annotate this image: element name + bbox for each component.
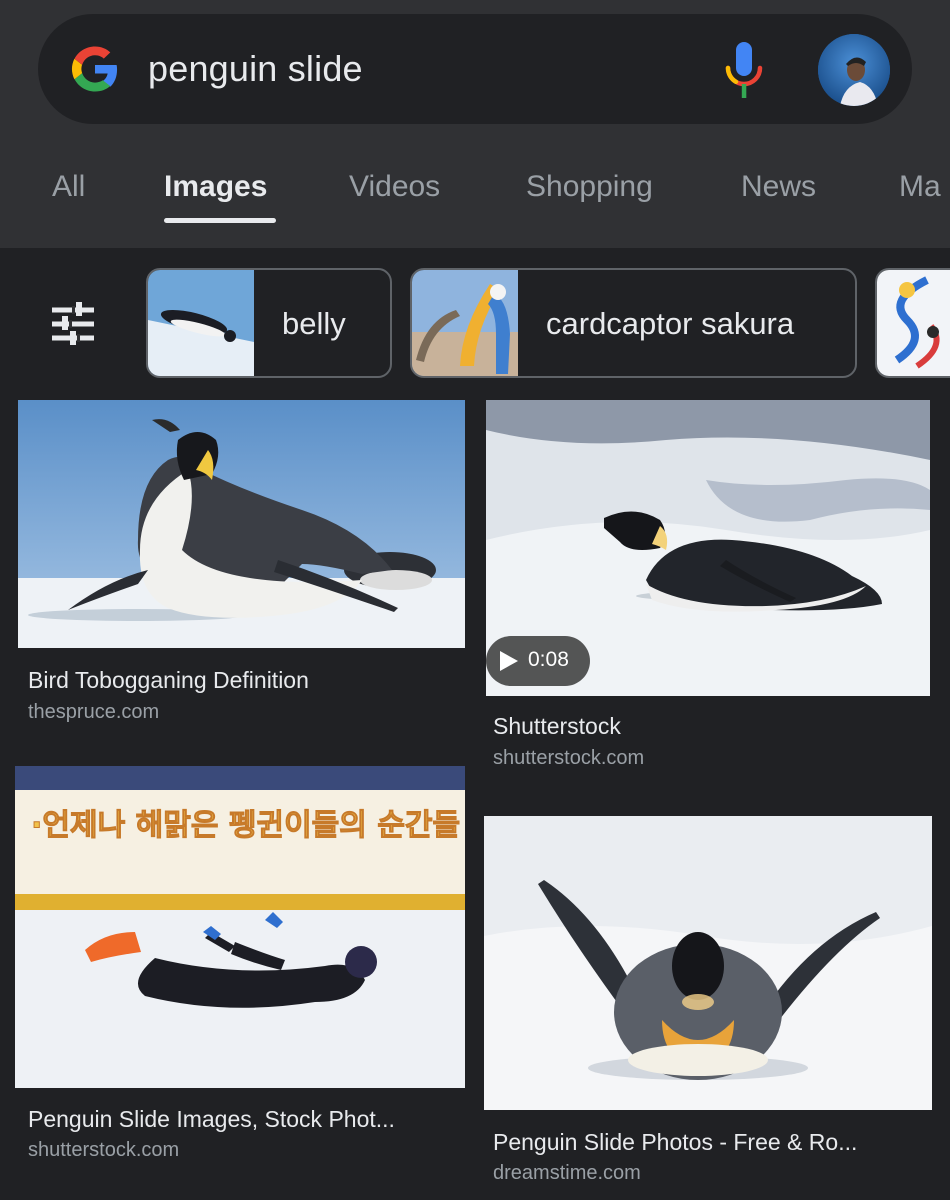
- result-title[interactable]: Penguin Slide Photos - Free & Ro...: [493, 1129, 857, 1156]
- chip-thumbnail-playground-slide: [412, 270, 518, 376]
- result-image-1[interactable]: [18, 400, 465, 648]
- tab-all[interactable]: All: [52, 170, 85, 204]
- result-image-3[interactable]: ·언제나 해맑은 펭귄이들의 순간들: [15, 766, 465, 1088]
- overlay-caption: ·언제나 해맑은 펭귄이들의 순간들: [30, 808, 461, 844]
- tune-icon[interactable]: [50, 302, 96, 346]
- chip-label: cardcaptor sakura: [546, 306, 795, 341]
- tab-shopping[interactable]: Shopping: [526, 170, 653, 204]
- video-duration: 0:08: [528, 648, 569, 671]
- google-logo-icon: [71, 46, 118, 92]
- active-tab-indicator: [164, 218, 276, 223]
- chip-label: belly: [282, 306, 346, 341]
- avatar[interactable]: [818, 34, 890, 106]
- result-title[interactable]: Shutterstock: [493, 713, 621, 740]
- result-title[interactable]: Bird Tobogganing Definition: [28, 667, 309, 694]
- result-source: shutterstock.com: [493, 747, 645, 769]
- result-title[interactable]: Penguin Slide Images, Stock Phot...: [28, 1106, 395, 1133]
- tab-videos[interactable]: Videos: [349, 170, 440, 204]
- chip-cardcaptor-sakura[interactable]: cardcaptor sakura: [410, 268, 857, 378]
- mic-icon[interactable]: [722, 42, 766, 98]
- header: penguin slide All Images Videos Shopping…: [0, 0, 950, 248]
- chip-thumbnail-toy-slide: [877, 270, 950, 376]
- tab-news[interactable]: News: [741, 170, 816, 204]
- result-source: thespruce.com: [28, 701, 160, 723]
- play-icon: [500, 651, 518, 671]
- search-bar[interactable]: penguin slide: [38, 14, 912, 124]
- tabs-bar: All Images Videos Shopping News Ma: [0, 150, 950, 248]
- tab-images[interactable]: Images: [164, 170, 267, 204]
- chip-more[interactable]: [875, 268, 950, 378]
- result-image-4[interactable]: [484, 816, 932, 1110]
- search-input[interactable]: penguin slide: [148, 48, 363, 90]
- video-duration-badge: 0:08: [486, 636, 590, 686]
- tab-maps[interactable]: Ma: [899, 170, 941, 204]
- chip-thumbnail-penguin: [148, 270, 254, 376]
- result-source: dreamstime.com: [493, 1162, 641, 1184]
- chip-belly[interactable]: belly: [146, 268, 392, 378]
- result-source: shutterstock.com: [28, 1139, 180, 1161]
